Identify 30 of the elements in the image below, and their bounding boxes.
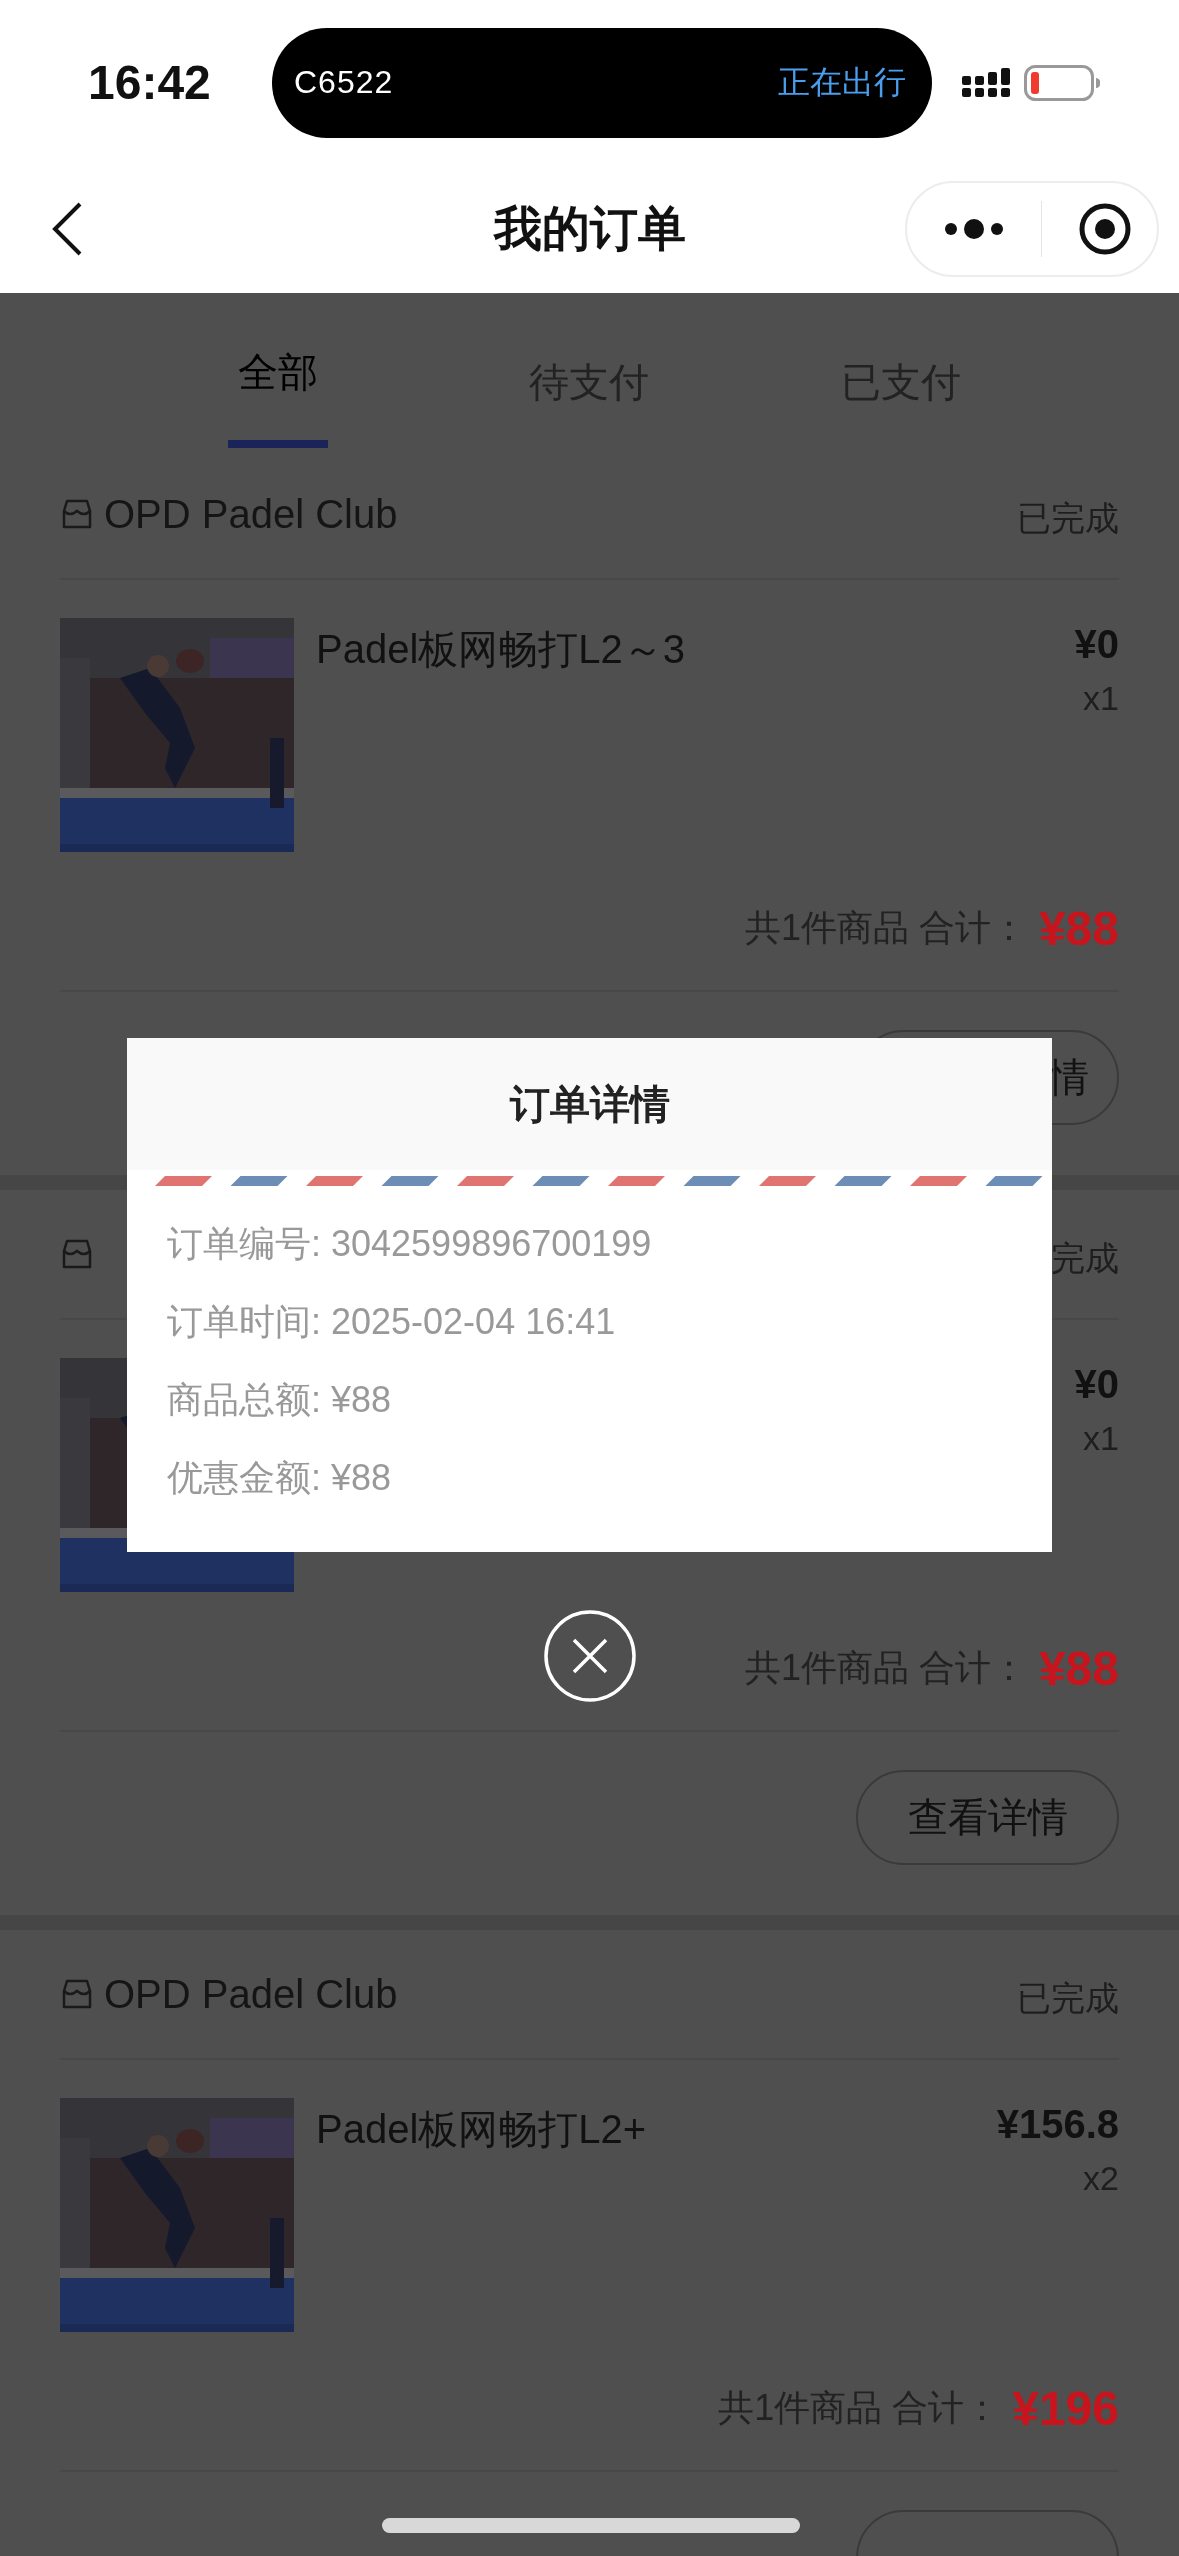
- trip-status: 正在出行: [778, 62, 906, 102]
- order-total: ¥88: [1038, 1640, 1119, 1696]
- details-button[interactable]: 查看详情: [856, 1770, 1119, 1865]
- order-total: ¥196: [1012, 2380, 1119, 2436]
- close-icon[interactable]: [543, 1610, 636, 1702]
- store-icon: [60, 1238, 94, 1270]
- dialog-title: 订单详情: [509, 1080, 670, 1128]
- shop-name: OPD Padel Club: [104, 1971, 398, 2017]
- detail-line: 商品总额: ¥88: [167, 1380, 393, 1420]
- page-title: 我的订单: [493, 202, 686, 255]
- target-icon[interactable]: [1078, 202, 1132, 256]
- product-title: Padel板网畅打L2～3: [316, 626, 686, 673]
- status-time: 16:42: [88, 55, 212, 110]
- more-icon[interactable]: [945, 219, 1003, 239]
- battery-icon: [1024, 64, 1100, 101]
- unit-price: ¥0: [1074, 1362, 1119, 1407]
- back-icon[interactable]: [50, 201, 84, 257]
- signal-icon: [962, 68, 1010, 97]
- unit-price: ¥156.8: [996, 2102, 1119, 2147]
- store-icon: [60, 498, 94, 530]
- unit-price: ¥0: [1074, 622, 1119, 667]
- store-icon: [60, 1978, 94, 2010]
- detail-line: 优惠金额: ¥88: [167, 1458, 393, 1498]
- detail-line: 订单时间: 2025-02-04 16:41: [167, 1302, 617, 1342]
- trip-code: C6522: [294, 64, 394, 101]
- detail-line: 订单编号: 3042599896700199: [167, 1224, 653, 1264]
- filter-tab[interactable]: 全部: [237, 345, 318, 400]
- product-title: Padel板网畅打L2+: [316, 2106, 647, 2153]
- shop-name: OPD Padel Club: [104, 491, 398, 537]
- order-total: ¥88: [1038, 900, 1119, 956]
